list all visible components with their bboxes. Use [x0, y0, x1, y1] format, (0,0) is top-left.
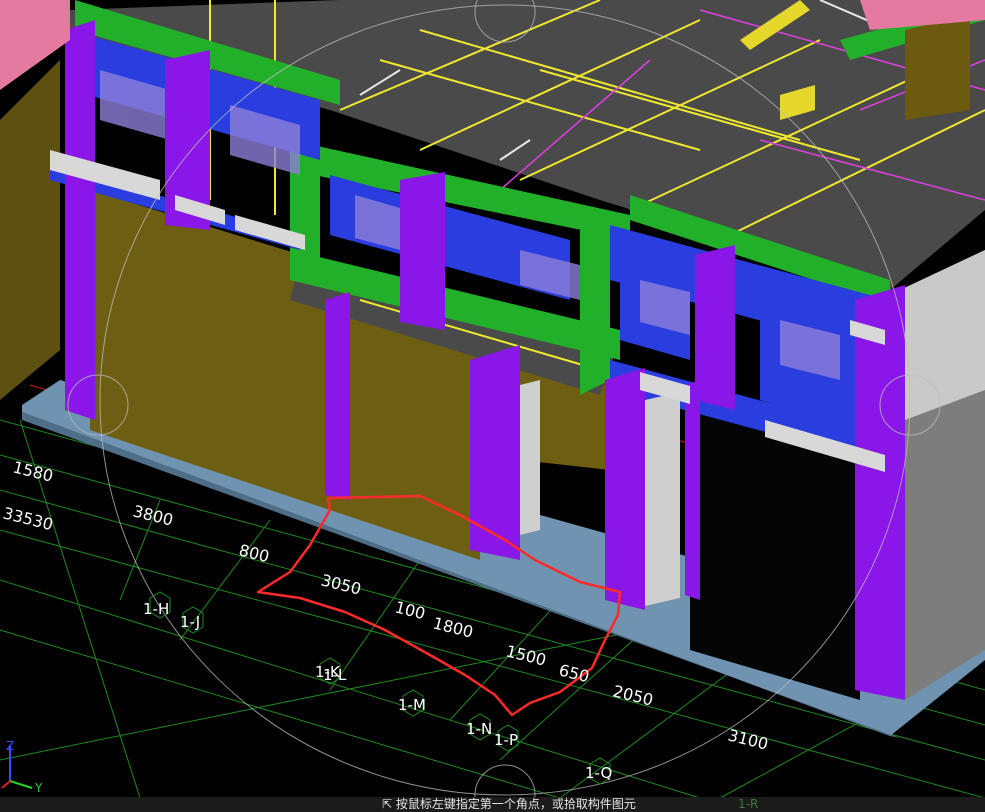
grid-tag-1q: 1-Q: [585, 764, 612, 782]
axis-gizmo: Z Y: [1, 739, 43, 795]
status-prompt: ⇱ 按鼠标左键指定第一个角点，或拾取构件图元: [382, 797, 636, 811]
y-axis-line: [9, 780, 33, 789]
dimension-label: 100: [393, 597, 427, 623]
left-wall: [0, 60, 60, 400]
z-axis-label: Z: [6, 739, 14, 753]
3d-viewport[interactable]: 1-H 1-J 1-K 1-L 1-M 1-N 1-P 1-Q 1580 335…: [0, 0, 985, 812]
grid-tag-1h: 1-H: [143, 600, 169, 618]
dimension-label: 3050: [319, 570, 363, 598]
y-axis-label: Y: [34, 781, 43, 795]
top-right-block: [905, 15, 970, 120]
grid-tag-1l: 1-L: [323, 666, 347, 684]
status-extra-tag: 1-R: [738, 797, 759, 811]
dimension-label: 1580: [11, 457, 55, 485]
dimension-label: 800: [237, 540, 271, 566]
dimension-label: 650: [557, 660, 591, 686]
grid-tag-1j: 1-J: [180, 613, 200, 631]
dimension-label: 3800: [131, 501, 175, 529]
dimension-label: 1500: [504, 641, 548, 669]
building-model-canvas[interactable]: 1-H 1-J 1-K 1-L 1-M 1-N 1-P 1-Q 1580 335…: [0, 0, 985, 812]
right-wall-light: [900, 250, 985, 420]
grid-tag-1m: 1-M: [398, 696, 426, 714]
x-axis-line: [1, 780, 11, 789]
grid-tag-1n: 1-N: [466, 720, 492, 738]
grid-tag-1p: 1-P: [494, 731, 518, 749]
dimension-label: 1800: [431, 613, 475, 641]
dimension-label: 3100: [726, 725, 770, 753]
dimension-label: 2050: [611, 681, 655, 709]
dimension-label: 33530: [1, 503, 55, 534]
status-bar: ⇱ 按鼠标左键指定第一个角点，或拾取构件图元 1-R: [0, 797, 985, 812]
